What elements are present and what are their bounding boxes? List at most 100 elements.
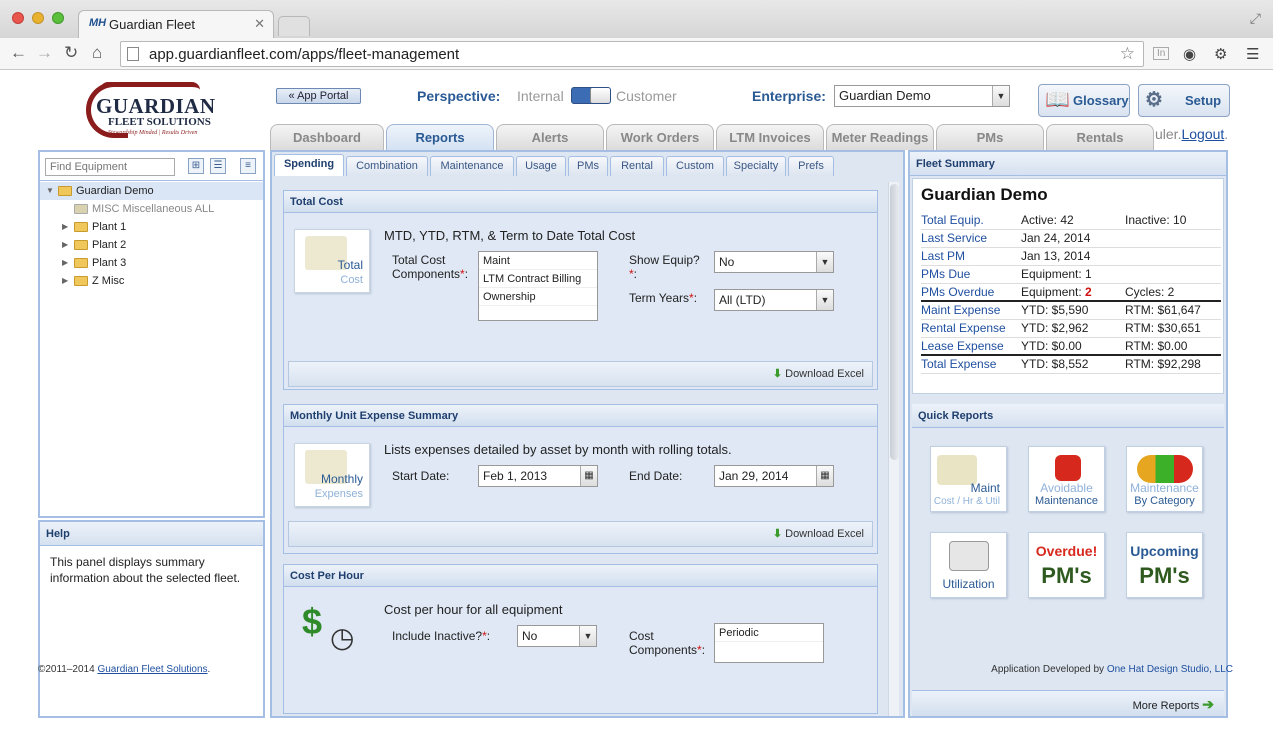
monthly-expenses-tile[interactable]: Monthly Expenses xyxy=(294,443,370,507)
row-key[interactable]: Maint Expense xyxy=(921,301,1021,320)
quick-report-upcoming-pms[interactable]: Upcoming PM's xyxy=(1126,532,1203,598)
subtab-usage[interactable]: Usage xyxy=(516,156,566,176)
maximize-window-button[interactable] xyxy=(52,12,64,24)
back-arrow-icon[interactable]: ← xyxy=(10,44,27,62)
tab-work-orders[interactable]: Work Orders xyxy=(606,124,714,150)
tab-close-icon[interactable]: ✕ xyxy=(254,16,265,32)
find-equipment-input[interactable] xyxy=(45,158,175,176)
total-cost-tile[interactable]: Total Cost xyxy=(294,229,370,293)
tab-meter-readings[interactable]: Meter Readings xyxy=(826,124,934,150)
calendar-icon[interactable]: ▦ xyxy=(816,466,833,486)
start-date-field[interactable]: Feb 1, 2013 ▦ xyxy=(478,465,598,487)
end-date-field[interactable]: Jan 29, 2014 ▦ xyxy=(714,465,834,487)
quick-report-avoidable[interactable]: Avoidable Maintenance xyxy=(1028,446,1105,512)
chevron-down-icon[interactable]: ▼ xyxy=(579,626,596,646)
include-inactive-select[interactable]: No ▼ xyxy=(517,625,597,647)
tree-node-plant-3[interactable]: ▶ Plant 3 xyxy=(40,254,263,272)
forward-arrow-icon[interactable]: → xyxy=(36,44,53,62)
expand-triangle-icon[interactable]: ▼ xyxy=(46,182,54,200)
term-years-select[interactable]: All (LTD) ▼ xyxy=(714,289,834,311)
show-equip-select[interactable]: No ▼ xyxy=(714,251,834,273)
browser-tab[interactable]: MH Guardian Fleet ✕ xyxy=(78,10,274,38)
tree-node-z-misc[interactable]: ▶ Z Misc xyxy=(40,272,263,290)
quick-report-maint-cost[interactable]: Maint Cost / Hr & Util xyxy=(930,446,1007,512)
subtab-rental[interactable]: Rental xyxy=(610,156,664,176)
row-key[interactable]: Rental Expense xyxy=(921,319,1021,338)
glossary-button[interactable]: 📖 Glossary xyxy=(1038,84,1130,117)
setup-button[interactable]: ⚙ Setup xyxy=(1138,84,1230,117)
subtab-custom[interactable]: Custom xyxy=(666,156,724,176)
subtab-combination[interactable]: Combination xyxy=(346,156,428,176)
subtab-pms[interactable]: PMs xyxy=(568,156,608,176)
row-key[interactable]: Total Expense xyxy=(921,355,1021,374)
tab-alerts[interactable]: Alerts xyxy=(496,124,604,150)
developer-link[interactable]: One Hat Design Studio, LLC xyxy=(1107,664,1233,675)
collapsed-triangle-icon[interactable]: ▶ xyxy=(62,236,68,254)
subtab-specialty[interactable]: Specialty xyxy=(726,156,786,176)
tree-expand-icon[interactable]: ⊞ xyxy=(188,158,204,174)
app-portal-button[interactable]: « App Portal xyxy=(276,88,361,104)
quick-report-overdue-pms[interactable]: Overdue! PM's xyxy=(1028,532,1105,598)
collapsed-triangle-icon[interactable]: ▶ xyxy=(62,272,68,290)
chevron-down-icon[interactable]: ▼ xyxy=(816,290,833,310)
cost-per-hour-tile[interactable]: $ ◷ xyxy=(294,599,370,663)
minimize-window-button[interactable] xyxy=(32,12,44,24)
settings-gear-icon[interactable]: ⚙ xyxy=(1214,45,1227,63)
tab-pms[interactable]: PMs xyxy=(936,124,1044,150)
subtab-prefs[interactable]: Prefs xyxy=(788,156,834,176)
quick-report-by-category[interactable]: Maintenance By Category xyxy=(1126,446,1203,512)
subtab-spending[interactable]: Spending xyxy=(274,154,344,176)
new-tab-button[interactable] xyxy=(278,16,310,36)
list-item[interactable]: Ownership xyxy=(479,288,597,306)
collapsed-triangle-icon[interactable]: ▶ xyxy=(62,254,68,272)
list-item[interactable]: Periodic xyxy=(715,624,823,642)
download-excel-button[interactable]: ⬇ Download Excel xyxy=(288,361,873,387)
row-key[interactable]: Total Equip. xyxy=(921,211,1021,230)
tree-details-icon[interactable]: ≡ xyxy=(240,158,256,174)
toggle-knob[interactable] xyxy=(590,88,610,103)
row-key[interactable]: PMs Due xyxy=(921,265,1021,284)
row-key[interactable]: Last Service xyxy=(921,229,1021,248)
perspective-toggle[interactable] xyxy=(571,87,611,104)
row-key[interactable]: Last PM xyxy=(921,247,1021,266)
tab-dashboard[interactable]: Dashboard xyxy=(270,124,384,150)
sync-icon[interactable]: ◉ xyxy=(1183,45,1196,63)
fullscreen-icon[interactable]: ⤢ xyxy=(1250,10,1261,27)
perspective-internal-label[interactable]: Internal xyxy=(517,88,564,104)
tab-ltm-invoices[interactable]: LTM Invoices xyxy=(716,124,824,150)
scrollbar-thumb[interactable] xyxy=(890,184,899,460)
address-bar[interactable]: app.guardianfleet.com/apps/fleet-managem… xyxy=(120,41,1144,67)
subtab-maintenance[interactable]: Maintenance xyxy=(430,156,514,176)
scrollbar[interactable] xyxy=(888,182,899,716)
close-window-button[interactable] xyxy=(12,12,24,24)
list-item[interactable]: Maint xyxy=(479,252,597,270)
bookmark-star-icon[interactable]: ☆ xyxy=(1120,44,1135,64)
tree-node-plant-1[interactable]: ▶ Plant 1 xyxy=(40,218,263,236)
extension-icon[interactable]: In xyxy=(1153,47,1170,60)
cost-components-listbox[interactable]: Periodic xyxy=(714,623,824,663)
home-icon[interactable]: ⌂ xyxy=(92,44,102,62)
row-key[interactable]: Lease Expense xyxy=(921,337,1021,356)
tree-node-plant-2[interactable]: ▶ Plant 2 xyxy=(40,236,263,254)
company-link[interactable]: Guardian Fleet Solutions xyxy=(97,664,207,675)
chevron-down-icon[interactable]: ▼ xyxy=(992,86,1009,106)
collapsed-triangle-icon[interactable]: ▶ xyxy=(62,218,68,236)
logout-link[interactable]: Logout xyxy=(1181,126,1224,142)
list-item[interactable]: LTM Contract Billing xyxy=(479,270,597,288)
chevron-down-icon[interactable]: ▼ xyxy=(816,252,833,272)
row-key[interactable]: PMs Overdue xyxy=(921,283,1021,302)
tab-rentals[interactable]: Rentals xyxy=(1046,124,1154,150)
tab-reports[interactable]: Reports xyxy=(386,124,494,150)
menu-icon[interactable]: ☰ xyxy=(1246,45,1259,63)
reload-icon[interactable]: ↻ xyxy=(64,44,78,62)
download-excel-button[interactable]: ⬇ Download Excel xyxy=(288,521,873,547)
perspective-customer-label[interactable]: Customer xyxy=(616,88,677,104)
tree-node-misc[interactable]: MISC Miscellaneous ALL xyxy=(40,200,263,218)
quick-report-utilization[interactable]: Utilization xyxy=(930,532,1007,598)
tree-node-root[interactable]: ▼ Guardian Demo xyxy=(40,182,263,200)
tree-list-icon[interactable]: ☰ xyxy=(210,158,226,174)
components-listbox[interactable]: Maint LTM Contract Billing Ownership xyxy=(478,251,598,321)
calendar-icon[interactable]: ▦ xyxy=(580,466,597,486)
more-reports-link[interactable]: More Reports ➔ xyxy=(912,690,1224,716)
enterprise-select[interactable]: Guardian Demo ▼ xyxy=(834,85,1010,107)
